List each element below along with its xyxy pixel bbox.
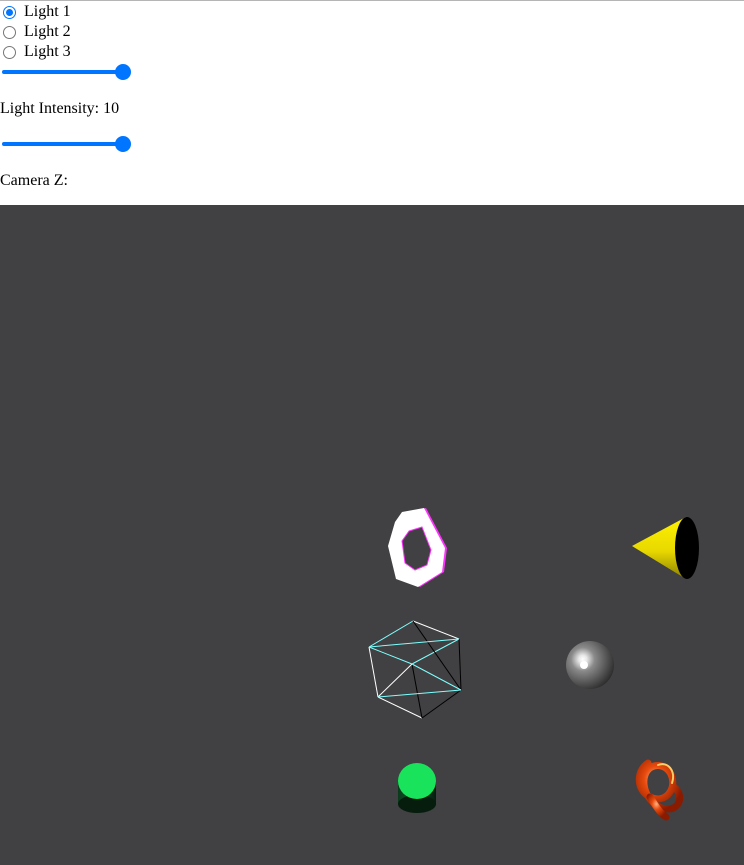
camera-z-label: Camera Z: <box>0 172 68 189</box>
cone-object <box>632 517 699 579</box>
light-2-label: Light 2 <box>24 23 71 40</box>
sphere-object <box>566 641 614 689</box>
hexagonal-ring-object <box>388 508 447 587</box>
wireframe-cube-object <box>368 620 462 719</box>
scene-svg <box>368 508 699 821</box>
light-intensity-thumb[interactable] <box>115 64 131 80</box>
light-1-option[interactable]: Light 1 <box>3 3 71 21</box>
light-intensity-label: Light Intensity: 10 <box>0 100 120 117</box>
light-2-option[interactable]: Light 2 <box>3 23 71 41</box>
light-3-label: Light 3 <box>24 43 71 60</box>
controls-panel: Light 1 Light 2 Light 3 Light Intensity:… <box>0 0 744 205</box>
light-intensity-track <box>2 70 129 74</box>
light-2-radio[interactable] <box>3 25 16 39</box>
light-3-radio[interactable] <box>3 45 16 59</box>
cylinder-object <box>398 763 436 813</box>
light-1-radio[interactable] <box>3 5 16 19</box>
torus-knot-object <box>635 759 684 821</box>
camera-z-thumb[interactable] <box>115 136 131 152</box>
light-1-label: Light 1 <box>24 3 71 20</box>
3d-canvas[interactable] <box>0 205 744 865</box>
camera-z-track <box>2 142 129 146</box>
camera-z-slider[interactable] <box>2 136 131 152</box>
light-intensity-slider[interactable] <box>2 64 131 80</box>
light-3-option[interactable]: Light 3 <box>3 43 71 61</box>
